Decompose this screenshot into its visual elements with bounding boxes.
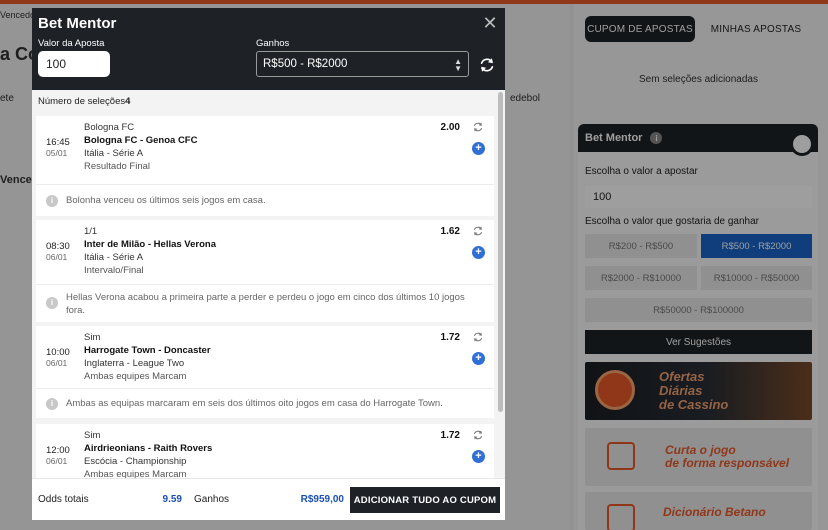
event-league: Inglaterra - League Two — [84, 358, 185, 369]
add-selection-icon[interactable]: + — [472, 246, 485, 259]
swap-selection-icon[interactable] — [472, 121, 484, 133]
modal-footer: Odds totais 9.59 Ganhos R$959,00 ADICION… — [32, 478, 505, 520]
selections-list[interactable]: Número de seleções4 Bologna FC 16:45 05/… — [32, 90, 505, 478]
event-match: Airdrieonians - Raith Rovers — [84, 443, 213, 454]
stake-label: Valor da Aposta — [38, 38, 105, 49]
event-match: Bologna FC - Genoa CFC — [84, 135, 198, 146]
event-date: 06/01 — [46, 252, 68, 262]
selection-market: Sim — [84, 332, 101, 343]
event-match: Inter de Milão - Hellas Verona — [84, 239, 216, 250]
add-all-to-betslip-button[interactable]: ADICIONAR TUDO AO CUPOM — [350, 487, 500, 513]
modal-header: Bet Mentor ✕ Valor da Aposta Ganhos R$50… — [32, 8, 505, 90]
event-date: 06/01 — [46, 358, 68, 368]
selection-insight: i Bolonha venceu os últimos seis jogos e… — [36, 184, 494, 216]
winnings-label: Ganhos — [256, 38, 290, 49]
event-time: 12:00 — [46, 445, 70, 456]
selection-odd: 1.72 — [440, 332, 460, 343]
event-time: 10:00 — [46, 347, 70, 358]
event-submarket: Ambas equipes Marcam — [84, 469, 187, 478]
footer-winnings-value: R$959,00 — [300, 494, 344, 505]
info-icon: i — [46, 398, 58, 410]
add-selection-icon[interactable]: + — [472, 450, 485, 463]
selection-card: Sim 10:00 06/01 Harrogate Town - Doncast… — [36, 326, 494, 418]
selection-insight: i Hellas Verona acabou a primeira parte … — [36, 284, 494, 322]
scrollbar-thumb[interactable] — [498, 92, 503, 412]
event-league: Itália - Série A — [84, 148, 144, 159]
stake-input[interactable] — [38, 51, 110, 77]
event-league: Itália - Série A — [84, 252, 144, 263]
info-icon: i — [46, 195, 58, 207]
add-selection-icon[interactable]: + — [472, 352, 485, 365]
selection-card: Bologna FC 16:45 05/01 Bologna FC - Geno… — [36, 116, 494, 216]
event-league: Escócia - Championship — [84, 456, 187, 467]
winnings-range-value: R$500 - R$2000 — [263, 58, 348, 70]
close-icon[interactable]: ✕ — [482, 14, 498, 32]
swap-selection-icon[interactable] — [472, 429, 484, 441]
swap-selection-icon[interactable] — [472, 331, 484, 343]
select-caret-icon: ▲ ▼ — [454, 57, 462, 73]
insight-text: Bolonha venceu os últimos seis jogos em … — [66, 195, 266, 206]
add-selection-icon[interactable]: + — [472, 142, 485, 155]
selection-card: Sim 12:00 06/01 Airdrieonians - Raith Ro… — [36, 424, 494, 478]
selection-market: Sim — [84, 430, 101, 441]
selection-odd: 1.72 — [440, 430, 460, 441]
selections-count-label: Número de seleções — [38, 96, 126, 107]
selection-odd: 1.62 — [440, 226, 460, 237]
event-submarket: Ambas equipes Marcam — [84, 371, 187, 382]
event-match: Harrogate Town - Doncaster — [84, 345, 211, 356]
event-submarket: Intervalo/Final — [84, 265, 144, 276]
event-submarket: Resultado Final — [84, 161, 151, 172]
selection-card: 1/1 08:30 06/01 Inter de Milão - Hellas … — [36, 220, 494, 322]
selection-market: Bologna FC — [84, 122, 135, 133]
insight-text: Ambas as equipas marcaram em seis dos úl… — [66, 398, 443, 409]
selection-odd: 2.00 — [440, 122, 460, 133]
event-date: 05/01 — [46, 148, 68, 158]
winnings-range-select[interactable]: R$500 - R$2000 ▲ ▼ — [256, 51, 469, 77]
bet-mentor-modal: Bet Mentor ✕ Valor da Aposta Ganhos R$50… — [32, 8, 505, 520]
event-time: 08:30 — [46, 241, 70, 252]
selection-insight: i Ambas as equipas marcaram em seis dos … — [36, 388, 494, 418]
info-icon: i — [46, 297, 58, 309]
selections-count: Número de seleções4 — [38, 96, 130, 107]
insight-text: Hellas Verona acabou a primeira parte a … — [66, 292, 465, 316]
footer-winnings-label: Ganhos — [194, 494, 230, 505]
event-time: 16:45 — [46, 137, 70, 148]
selection-market: 1/1 — [84, 226, 98, 237]
swap-selection-icon[interactable] — [472, 225, 484, 237]
total-odds-value: 9.59 — [162, 494, 182, 505]
modal-title: Bet Mentor — [38, 15, 117, 32]
refresh-icon[interactable] — [478, 56, 496, 74]
event-date: 06/01 — [46, 456, 68, 466]
selections-count-value: 4 — [125, 96, 131, 107]
total-odds-label: Odds totais — [38, 494, 89, 505]
